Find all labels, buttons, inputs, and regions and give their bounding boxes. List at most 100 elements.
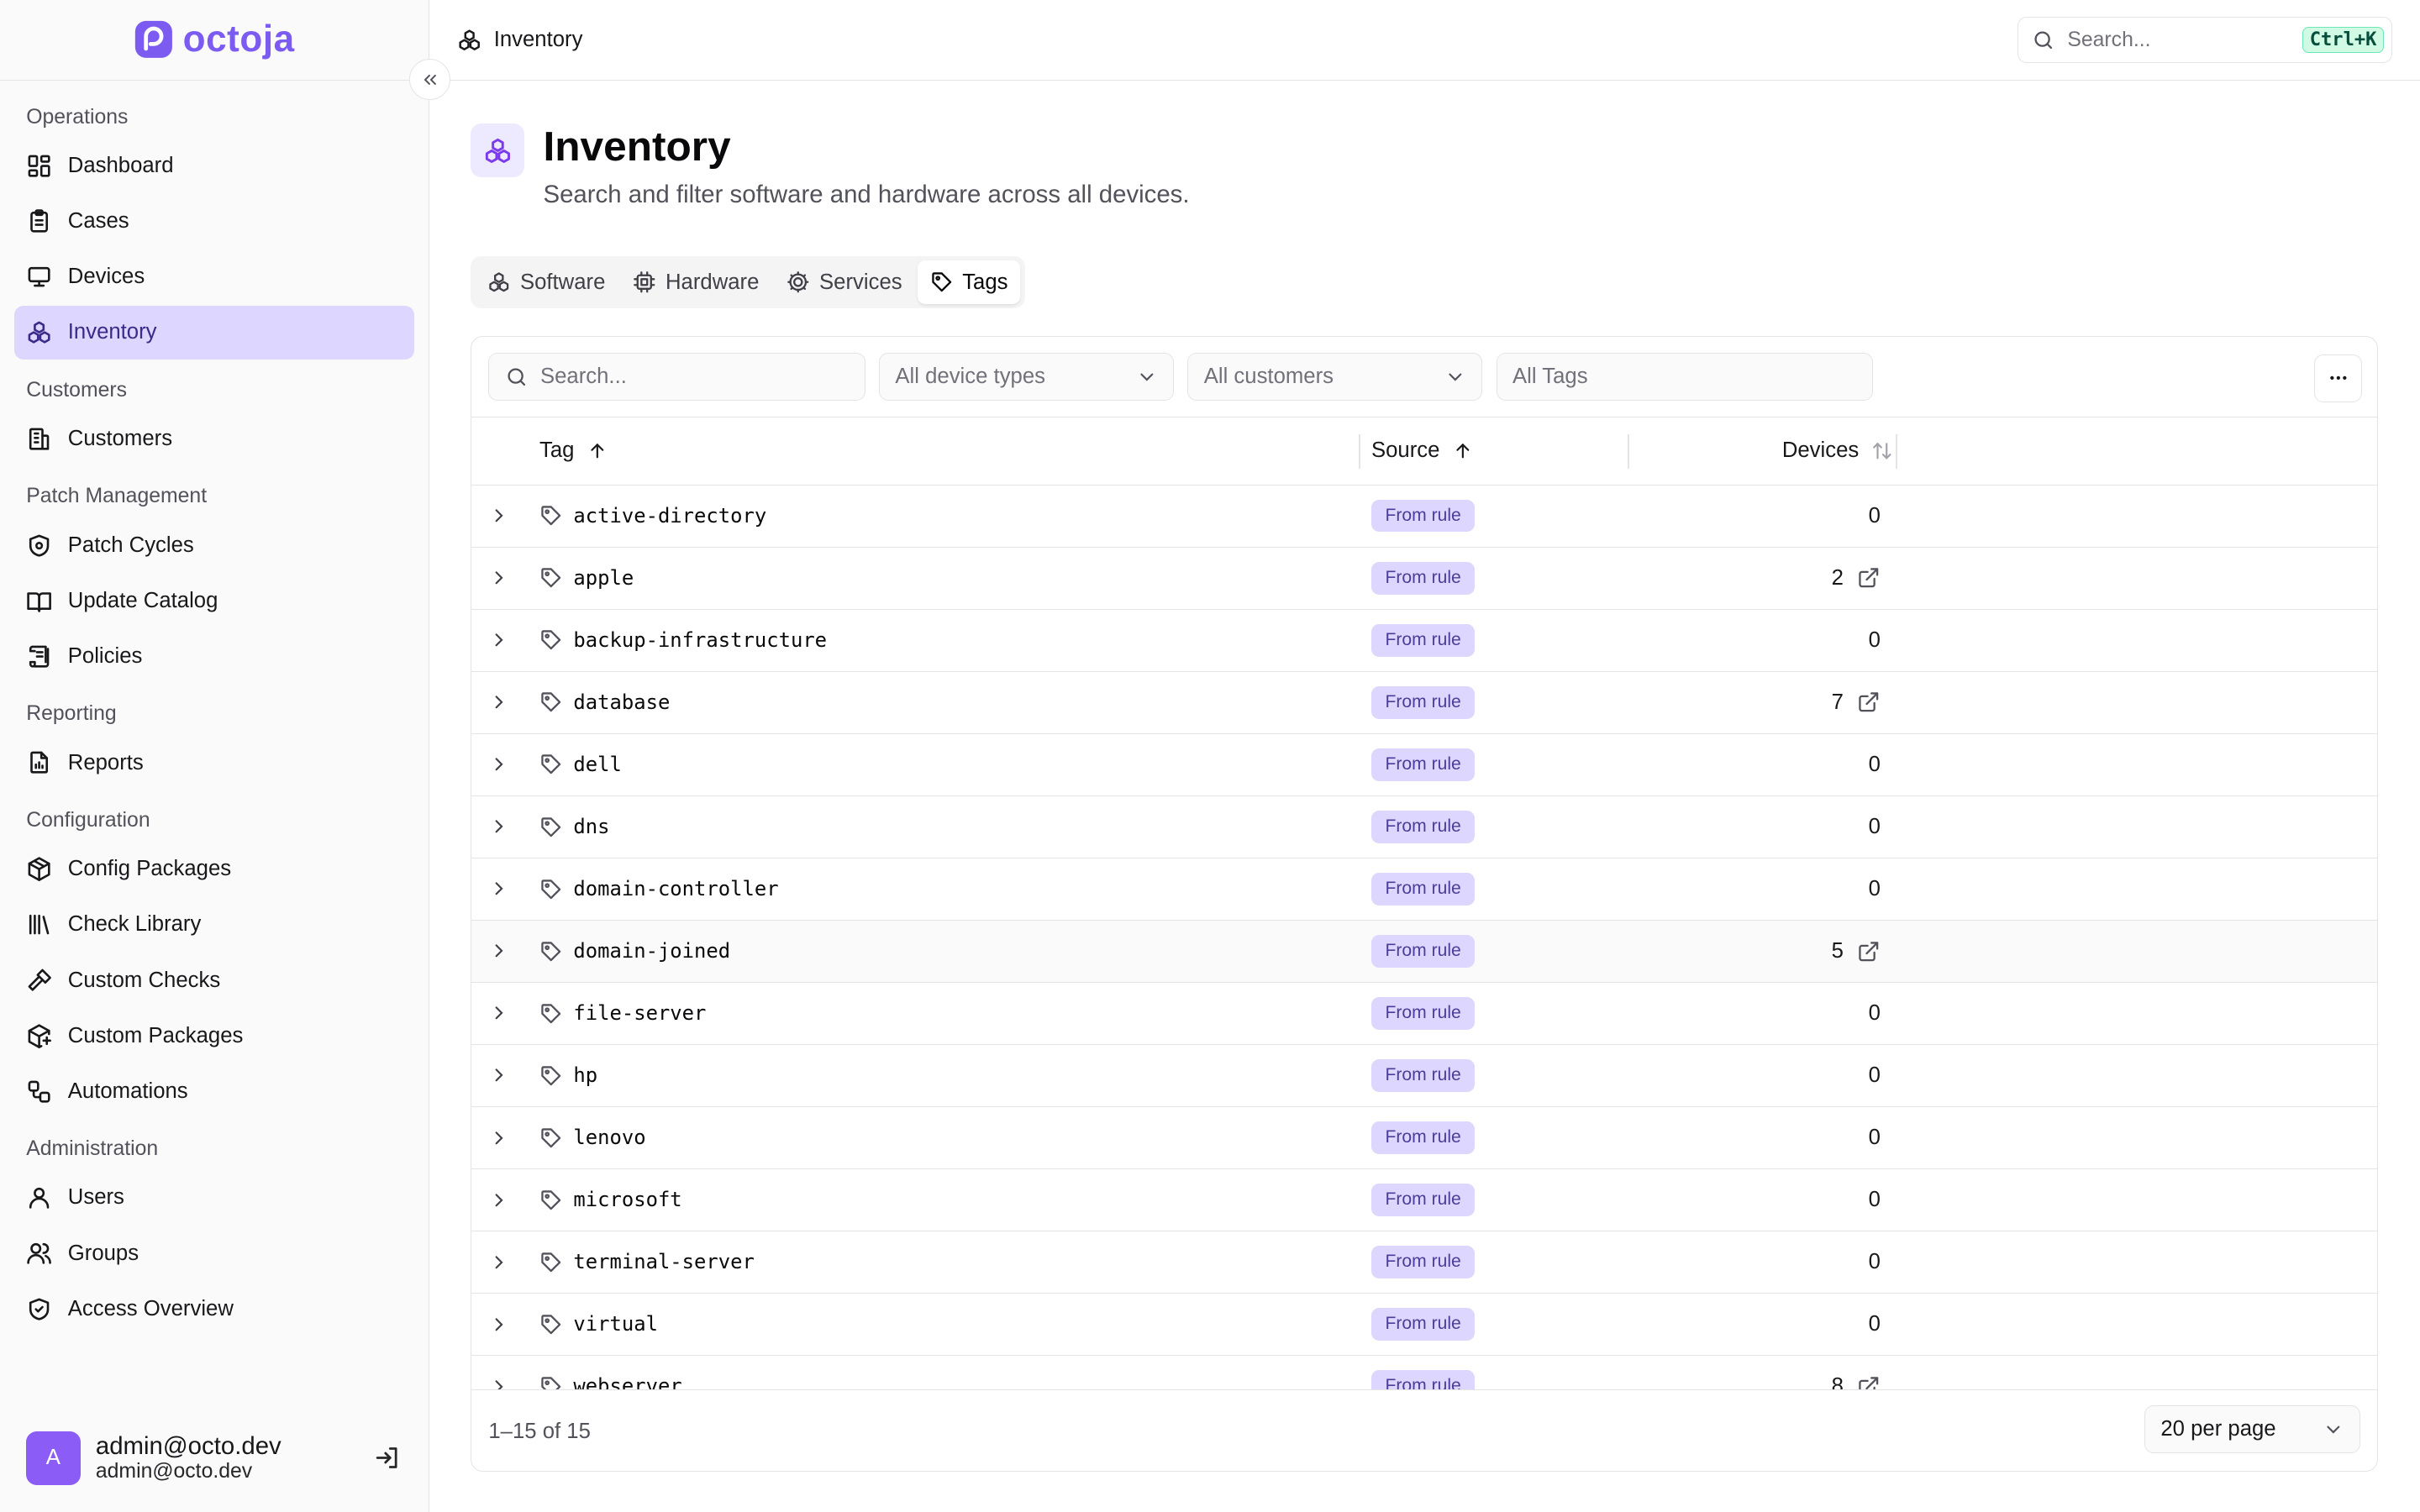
chevron-right-icon[interactable]: [488, 878, 510, 900]
sidebar-item-automations[interactable]: Automations: [14, 1064, 415, 1118]
tag-icon: [541, 1314, 561, 1334]
boxes-icon: [485, 138, 510, 163]
chevron-right-icon[interactable]: [488, 940, 510, 962]
shield-check-icon: [29, 1298, 50, 1320]
table-row[interactable]: microsoft From rule 0: [471, 1169, 2378, 1231]
device-type-select[interactable]: All device types: [879, 353, 1174, 402]
table-row[interactable]: active-directory From rule 0: [471, 486, 2378, 548]
column-divider: [1896, 434, 1898, 469]
chevron-right-icon[interactable]: [488, 753, 510, 775]
arrow-up-icon: [1456, 443, 1470, 459]
tag-icon: [541, 506, 561, 526]
device-count: 2: [1831, 565, 1844, 590]
table-row[interactable]: lenovo From rule 0: [471, 1107, 2378, 1169]
logout-icon[interactable]: [374, 1444, 402, 1472]
tab-tags[interactable]: Tags: [917, 260, 1021, 304]
sidebar-item-patch-cycles[interactable]: Patch Cycles: [14, 518, 415, 572]
sidebar-item-users[interactable]: Users: [14, 1171, 415, 1225]
global-search-input[interactable]: Search... Ctrl+K: [2017, 17, 2392, 64]
sidebar-item-dashboard[interactable]: Dashboard: [14, 139, 415, 192]
sidebar-item-update-catalog[interactable]: Update Catalog: [14, 574, 415, 627]
sidebar-item-custom-checks[interactable]: Custom Checks: [14, 953, 415, 1007]
source-badge: From rule: [1370, 1059, 1476, 1092]
chevron-right-icon[interactable]: [488, 1252, 510, 1273]
external-link-icon[interactable]: [1857, 1375, 1881, 1389]
chevron-right-icon[interactable]: [488, 1189, 510, 1211]
tag-name: lenovo: [573, 1126, 646, 1150]
avatar[interactable]: A: [26, 1431, 81, 1485]
table-row[interactable]: dell From rule 0: [471, 734, 2378, 796]
chevron-right-icon[interactable]: [488, 1376, 510, 1389]
table-row[interactable]: database From rule 7: [471, 672, 2378, 734]
per-page-select[interactable]: 20 per page: [2144, 1405, 2361, 1454]
sidebar-item-cases[interactable]: Cases: [14, 194, 415, 248]
tag-icon: [931, 272, 951, 292]
chevron-right-icon[interactable]: [488, 505, 510, 527]
table-row[interactable]: backup-infrastructure From rule 0: [471, 610, 2378, 672]
external-link-icon[interactable]: [1857, 566, 1881, 590]
table-row[interactable]: dns From rule 0: [471, 796, 2378, 858]
boxes-icon: [459, 29, 480, 50]
sidebar-item-inventory[interactable]: Inventory: [13, 305, 415, 360]
tag-name: hp: [573, 1063, 598, 1088]
column-header-tag[interactable]: Tag: [539, 434, 608, 468]
source-badge: From rule: [1370, 1308, 1476, 1341]
sidebar-item-label: Devices: [67, 265, 145, 289]
user-icon: [29, 1188, 50, 1209]
table-row[interactable]: domain-controller From rule 0: [471, 858, 2378, 921]
external-link-icon[interactable]: [1857, 940, 1881, 963]
column-header-devices[interactable]: Devices: [1782, 434, 1893, 468]
tab-label: Services: [819, 270, 902, 294]
device-count: 7: [1831, 690, 1844, 714]
tab-services[interactable]: Services: [775, 260, 915, 303]
table-row[interactable]: webserver From rule 8: [471, 1356, 2377, 1389]
chevron-right-icon[interactable]: [488, 1127, 510, 1149]
chevron-right-icon[interactable]: [488, 629, 510, 651]
table-row[interactable]: hp From rule 0: [471, 1045, 2378, 1107]
sidebar-item-config-packages[interactable]: Config Packages: [14, 843, 415, 896]
sidebar-item-label: Inventory: [67, 320, 157, 344]
tag-cell: webserver: [539, 1374, 682, 1389]
sidebar-item-check-library[interactable]: Check Library: [14, 898, 415, 952]
table-search-input[interactable]: Search...: [488, 353, 865, 402]
sidebar-item-customers[interactable]: Customers: [14, 412, 415, 465]
tag-icon: [541, 1065, 561, 1085]
device-count: 0: [1868, 752, 1881, 776]
page-icon: [471, 123, 525, 178]
table-row[interactable]: apple From rule 2: [471, 548, 2378, 610]
tab-hardware[interactable]: Hardware: [621, 260, 771, 303]
external-link-icon[interactable]: [1857, 690, 1881, 714]
breadcrumb[interactable]: Inventory: [494, 28, 583, 52]
table-row[interactable]: domain-joined From rule 5: [471, 920, 2378, 983]
sidebar-item-label: Config Packages: [67, 857, 232, 881]
cog-icon: [787, 271, 809, 293]
sidebar-item-policies[interactable]: Policies: [14, 629, 415, 683]
chevron-right-icon[interactable]: [488, 1064, 510, 1086]
chevron-right-icon[interactable]: [488, 1002, 510, 1024]
sidebar-item-groups[interactable]: Groups: [14, 1226, 415, 1280]
more-options-button[interactable]: [2314, 354, 2362, 402]
tag-cell: terminal-server: [539, 1250, 755, 1273]
chevron-right-icon[interactable]: [488, 691, 510, 713]
chevron-right-icon[interactable]: [488, 567, 510, 589]
column-header-source[interactable]: Source: [1371, 434, 1474, 468]
customer-select[interactable]: All customers: [1187, 353, 1483, 402]
table-row[interactable]: virtual From rule 0: [471, 1294, 2378, 1356]
collapse-sidebar-button[interactable]: [408, 58, 451, 101]
sidebar-section-title: Patch Management: [26, 485, 208, 508]
brand-logo[interactable]: octoja: [0, 0, 429, 81]
sidebar-item-reports[interactable]: Reports: [14, 736, 415, 790]
table-row[interactable]: terminal-server From rule 0: [471, 1231, 2378, 1294]
tags-filter-input[interactable]: All Tags: [1496, 353, 1873, 402]
sidebar-item-custom-packages[interactable]: Custom Packages: [14, 1009, 415, 1063]
sidebar-item-devices[interactable]: Devices: [14, 250, 415, 304]
table-row[interactable]: file-server From rule 0: [471, 983, 2378, 1045]
chevron-right-icon[interactable]: [488, 1314, 510, 1336]
sidebar-item-access-overview[interactable]: Access Overview: [14, 1282, 415, 1336]
tag-cell: microsoft: [539, 1188, 682, 1211]
column-devices-label: Devices: [1781, 438, 1860, 463]
tab-software[interactable]: Software: [476, 260, 618, 303]
sidebar-section-title: Configuration: [26, 808, 150, 832]
workflow-icon: [28, 1080, 50, 1103]
chevron-right-icon[interactable]: [488, 816, 510, 837]
